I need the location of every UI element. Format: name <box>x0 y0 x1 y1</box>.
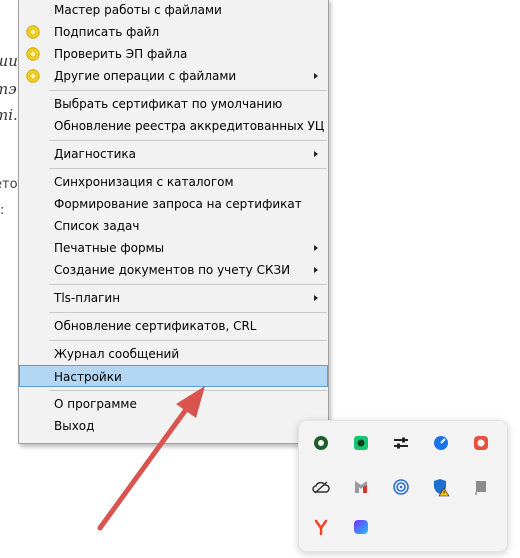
background-text: ето <box>0 177 18 192</box>
menu-item-tls-plugin[interactable]: Tls-плагин <box>19 287 328 309</box>
tray-overflow-flyout <box>298 420 508 552</box>
background-text: : <box>0 203 5 218</box>
menu-separator <box>49 312 327 313</box>
context-menu: Мастер работы с файлами Подписать файл П… <box>18 0 329 444</box>
menu-item-other-file-operations[interactable]: Другие операции с файлами <box>19 65 328 87</box>
gradient-app-icon[interactable] <box>351 517 371 537</box>
submenu-arrow-icon <box>314 245 318 251</box>
background-text: тэ <box>0 80 17 98</box>
menu-item-about[interactable]: О программе <box>19 393 328 415</box>
submenu-arrow-icon <box>314 151 318 157</box>
m-shield-icon[interactable] <box>351 477 371 497</box>
yandex-y-icon[interactable] <box>311 517 331 537</box>
menu-separator <box>49 390 327 391</box>
menu-item-task-list[interactable]: Список задач <box>19 215 328 237</box>
shield-warning-icon[interactable] <box>431 477 451 497</box>
menu-item-settings[interactable]: Настройки <box>19 365 328 387</box>
menu-item-exit[interactable]: Выход <box>19 415 328 437</box>
sliders-icon[interactable] <box>391 433 411 453</box>
blue-speedometer-icon[interactable] <box>431 433 451 453</box>
menu-item-verify-signature[interactable]: Проверить ЭП файла <box>19 43 328 65</box>
menu-item-diagnostics[interactable]: Диагностика <box>19 143 328 165</box>
menu-item-sync-catalog[interactable]: Синхронизация с каталогом <box>19 171 328 193</box>
menu-item-default-certificate[interactable]: Выбрать сертификат по умолчанию <box>19 93 328 115</box>
menu-item-print-forms[interactable]: Печатные формы <box>19 237 328 259</box>
submenu-arrow-icon <box>314 73 318 79</box>
menu-item-certificate-request[interactable]: Формирование запроса на сертификат <box>19 193 328 215</box>
background-text: ті. <box>0 106 18 124</box>
submenu-arrow-icon <box>314 295 318 301</box>
blue-spiral-icon[interactable] <box>391 477 411 497</box>
menu-item-update-certificates-crl[interactable]: Обновление сертификатов, CRL <box>19 315 328 337</box>
green-messenger-icon[interactable] <box>351 433 371 453</box>
menu-item-update-ca-registry[interactable]: Обновление реестра аккредитованных УЦ <box>19 115 328 137</box>
certificate-seal-icon <box>26 47 40 61</box>
red-app-icon[interactable] <box>471 433 491 453</box>
submenu-arrow-icon <box>314 267 318 273</box>
menu-item-skzi-documents[interactable]: Создание документов по учету СКЗИ <box>19 259 328 281</box>
menu-separator <box>49 284 327 285</box>
green-circle-app-icon[interactable] <box>311 433 331 453</box>
menu-separator <box>49 140 327 141</box>
menu-item-file-wizard[interactable]: Мастер работы с файлами <box>19 0 328 21</box>
certificate-seal-icon <box>26 25 40 39</box>
menu-separator <box>49 168 327 169</box>
certificate-seal-icon <box>26 69 40 83</box>
cloud-icon[interactable] <box>311 477 331 497</box>
menu-separator <box>49 90 327 91</box>
menu-separator <box>49 340 327 341</box>
gray-flag-icon[interactable] <box>471 477 491 497</box>
menu-item-message-log[interactable]: Журнал сообщений <box>19 343 328 365</box>
background-text: ши <box>0 52 18 70</box>
menu-item-sign-file[interactable]: Подписать файл <box>19 21 328 43</box>
